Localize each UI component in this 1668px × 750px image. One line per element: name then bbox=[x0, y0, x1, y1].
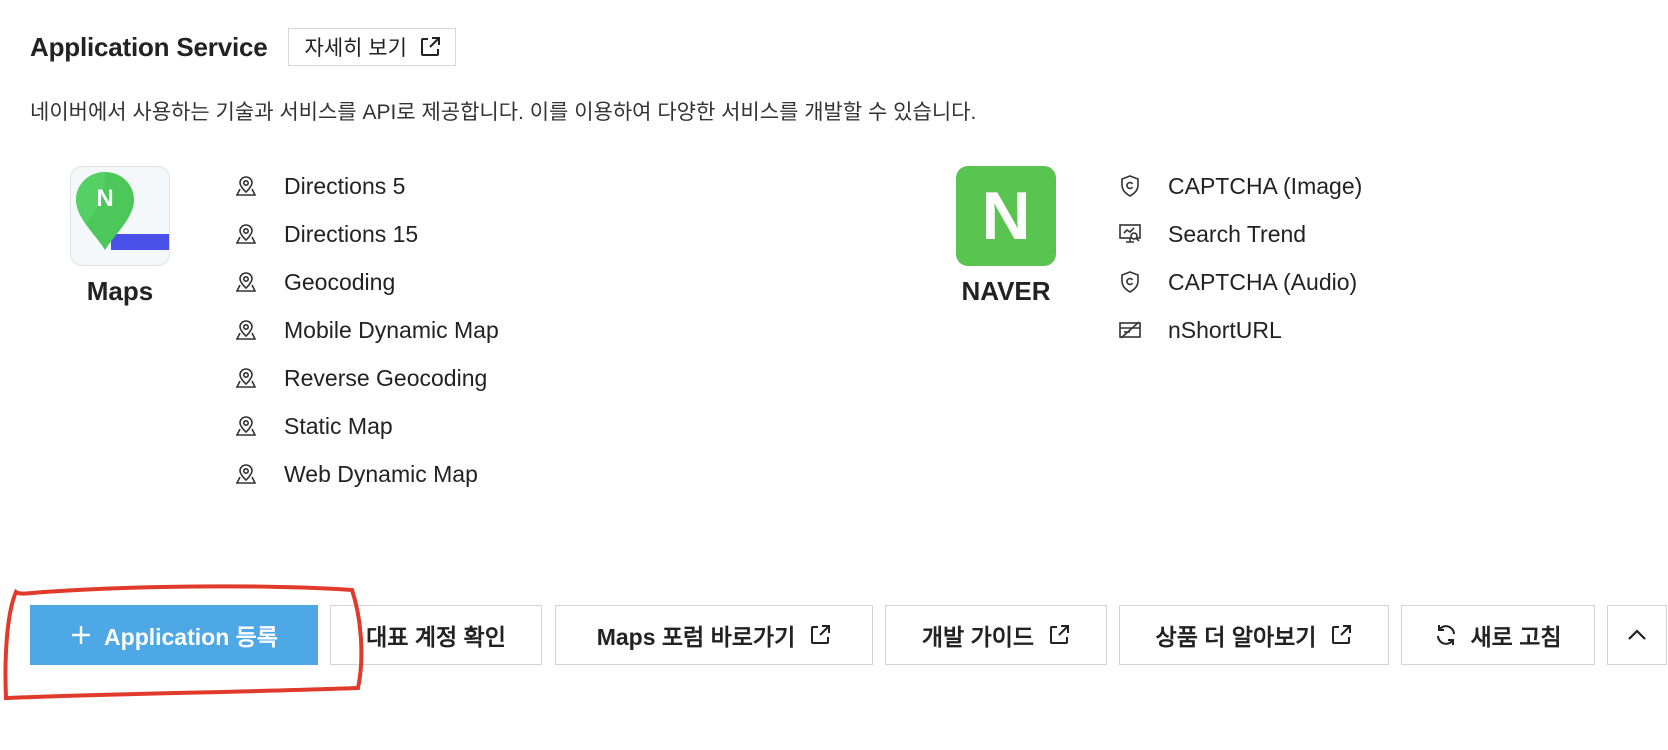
naver-logo-label: NAVER bbox=[961, 276, 1051, 306]
view-details-button[interactable]: 자세히 보기 bbox=[287, 28, 456, 66]
list-item[interactable]: Directions 15 bbox=[234, 210, 499, 258]
list-item[interactable]: nShortURL bbox=[1118, 306, 1362, 354]
maps-forum-button[interactable]: Maps 포럼 바로가기 bbox=[555, 605, 873, 665]
maps-logo: N bbox=[70, 166, 170, 266]
dev-guide-button[interactable]: 개발 가이드 bbox=[885, 605, 1107, 665]
plus-icon bbox=[72, 626, 91, 644]
check-main-account-button[interactable]: 대표 계정 확인 bbox=[330, 605, 542, 665]
register-application-button[interactable]: Application 등록 bbox=[30, 605, 318, 665]
collapse-button[interactable] bbox=[1607, 605, 1667, 665]
list-item[interactable]: Search Trend bbox=[1118, 210, 1362, 258]
dev-guide-label: 개발 가이드 bbox=[921, 624, 1035, 650]
external-link-icon bbox=[811, 625, 831, 644]
map-pin-icon bbox=[234, 462, 258, 486]
list-item[interactable]: Geocoding bbox=[234, 258, 499, 306]
section-title: Application Service bbox=[30, 31, 268, 62]
list-item-label: Mobile Dynamic Map bbox=[284, 316, 499, 343]
list-item-label: Web Dynamic Map bbox=[284, 460, 478, 487]
maps-logo-letter: N bbox=[96, 185, 114, 212]
naver-logo-letter: N bbox=[981, 178, 1031, 254]
naver-api-list: CAPTCHA (Image) Search Trend CAPTCHA (Au… bbox=[1118, 162, 1362, 354]
section-description: 네이버에서 사용하는 기술과 서비스를 API로 제공합니다. 이를 이용하여 … bbox=[30, 101, 977, 124]
maps-logo-label: Maps bbox=[86, 276, 154, 306]
list-item-label: Directions 15 bbox=[284, 220, 419, 247]
map-pin-icon bbox=[234, 174, 258, 198]
register-application-label: Application 등록 bbox=[104, 624, 278, 650]
maps-api-list: Directions 5 Directions 15 Geocoding Mob… bbox=[234, 162, 499, 498]
list-item[interactable]: Directions 5 bbox=[234, 162, 499, 210]
list-item[interactable]: CAPTCHA (Audio) bbox=[1118, 258, 1362, 306]
map-pin-icon bbox=[234, 414, 258, 438]
map-pin-icon bbox=[234, 222, 258, 246]
list-item-label: CAPTCHA (Audio) bbox=[1168, 268, 1358, 295]
list-item-label: Search Trend bbox=[1168, 220, 1307, 247]
naver-logo: N bbox=[956, 166, 1056, 266]
list-item-label: Directions 5 bbox=[284, 172, 406, 199]
shield-icon bbox=[1118, 270, 1142, 294]
refresh-button[interactable]: 새로 고침 bbox=[1401, 605, 1595, 665]
list-item-label: CAPTCHA (Image) bbox=[1168, 172, 1363, 199]
maps-pin-logo-icon bbox=[76, 172, 169, 250]
check-main-account-label: 대표 계정 확인 bbox=[366, 624, 506, 650]
map-pin-icon bbox=[234, 270, 258, 294]
list-item[interactable]: Mobile Dynamic Map bbox=[234, 306, 499, 354]
external-link-icon bbox=[420, 37, 440, 56]
list-item-label: Static Map bbox=[284, 412, 393, 439]
application-service-page: Application Service 자세히 보기 네이버에서 사용하는 기술… bbox=[0, 0, 1668, 750]
list-item[interactable]: CAPTCHA (Image) bbox=[1118, 162, 1362, 210]
list-item-label: nShortURL bbox=[1168, 316, 1282, 343]
external-link-icon bbox=[1332, 625, 1352, 644]
list-item[interactable]: Static Map bbox=[234, 402, 499, 450]
learn-more-products-label: 상품 더 알아보기 bbox=[1155, 624, 1317, 650]
list-item-label: Reverse Geocoding bbox=[284, 364, 488, 391]
view-details-label: 자세히 보기 bbox=[304, 37, 407, 60]
shield-icon bbox=[1118, 174, 1142, 198]
map-pin-icon bbox=[234, 318, 258, 342]
refresh-label: 새로 고침 bbox=[1470, 624, 1562, 650]
map-pin-icon bbox=[234, 366, 258, 390]
list-item-label: Geocoding bbox=[284, 268, 396, 295]
list-item[interactable]: Web Dynamic Map bbox=[234, 450, 499, 498]
section-header: Application Service 자세히 보기 bbox=[30, 28, 456, 66]
learn-more-products-button[interactable]: 상품 더 알아보기 bbox=[1119, 605, 1389, 665]
maps-forum-label: Maps 포럼 바로가기 bbox=[596, 624, 796, 650]
list-item[interactable]: Reverse Geocoding bbox=[234, 354, 499, 402]
short-url-icon bbox=[1118, 318, 1142, 342]
refresh-icon bbox=[1437, 625, 1456, 645]
chevron-up-icon bbox=[1628, 629, 1646, 640]
external-link-icon bbox=[1050, 625, 1070, 644]
trend-monitor-icon bbox=[1118, 222, 1142, 246]
